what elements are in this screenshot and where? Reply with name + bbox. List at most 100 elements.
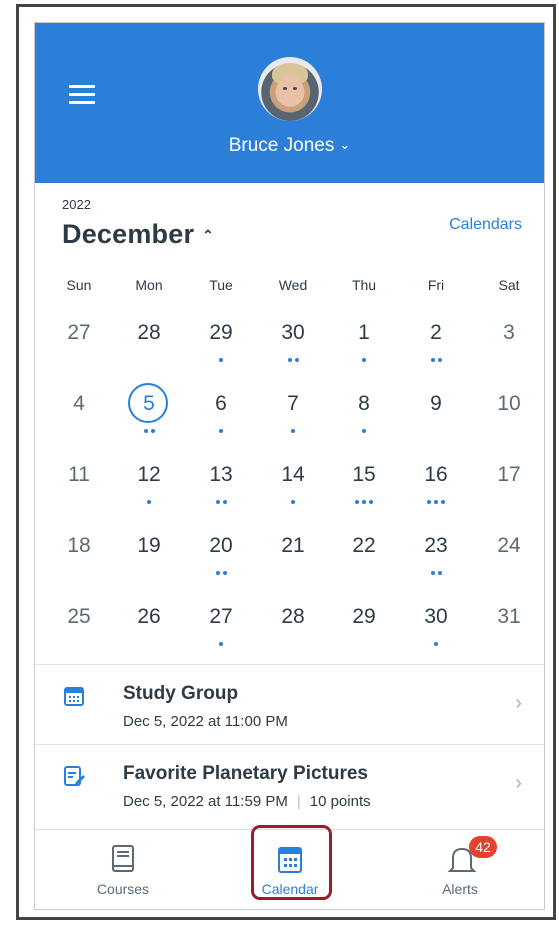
event-dots [191,633,251,646]
event-dot [215,500,220,504]
event-dots [479,420,539,426]
user-switcher[interactable]: Bruce Jones ⌄ [35,135,544,157]
day-number: 31 [497,605,521,628]
event-dot [219,358,223,362]
calendar-day[interactable]: 6 [191,386,251,446]
day-number: 8 [358,392,370,415]
calendar-day[interactable]: 21 [263,528,323,588]
calendar-day[interactable]: 2 [406,315,466,375]
event-dot [362,500,366,504]
chevron-up-icon: ⌃ [202,227,215,244]
calendar-day[interactable]: 18 [49,528,109,588]
calendars-link[interactable]: Calendars [449,216,522,234]
calendar-day[interactable]: 16 [406,457,466,517]
calendar-day[interactable]: 4 [49,386,109,446]
calendar-day[interactable]: 1 [334,315,394,375]
day-number: 20 [209,534,233,557]
day-number: 1 [358,321,370,344]
event-dots [49,491,109,497]
calendar-tab-highlight [251,825,332,900]
tab-courses[interactable]: Courses [48,830,198,909]
month-picker[interactable]: December ⌃ [62,219,214,250]
tab-alerts[interactable]: 42 Alerts [385,830,535,909]
weekday-label: Fri [427,277,445,293]
calendar-day[interactable]: 27 [49,315,109,375]
day-number: 18 [67,534,91,557]
event-item-favorite-planetary-pictures[interactable]: Favorite Planetary Pictures Dec 5, 2022 … [35,745,544,823]
event-dots [263,633,323,639]
calendar-day[interactable]: 29 [334,599,394,659]
calendar-day[interactable]: 23 [406,528,466,588]
weekday-label: Thu [351,277,377,293]
calendar-day[interactable]: 26 [119,599,179,659]
calendar-day-selected[interactable]: 5 [119,383,179,446]
event-dots [334,491,394,504]
event-dots [406,420,466,426]
day-number: 28 [137,321,161,344]
event-dots [119,420,179,433]
event-item-study-group[interactable]: Study Group Dec 5, 2022 at 11:00 PM › [35,665,544,743]
calendar-day[interactable]: 15 [334,457,394,517]
calendar-day[interactable]: 12 [119,457,179,517]
avatar[interactable] [258,57,322,121]
calendar-day[interactable]: 27 [191,599,251,659]
calendar-day[interactable]: 9 [406,386,466,446]
calendar-day[interactable]: 11 [49,457,109,517]
courses-book-icon [112,845,134,872]
calendar-day[interactable]: 14 [263,457,323,517]
calendar-day[interactable]: 31 [479,599,539,659]
calendar-day[interactable]: 20 [191,528,251,588]
day-number: 23 [424,534,448,557]
tab-label: Alerts [442,881,478,897]
event-dot [434,500,438,504]
calendar-day[interactable]: 25 [49,599,109,659]
event-dot [219,642,223,646]
event-date: Dec 5, 2022 at 11:00 PM [123,713,288,730]
event-title: Favorite Planetary Pictures [123,763,368,784]
event-dot [369,500,373,504]
event-dots [334,562,394,568]
calendar-day[interactable]: 19 [119,528,179,588]
event-points: 10 points [309,793,371,810]
calendar-day[interactable]: 8 [334,386,394,446]
day-number: 2 [430,321,442,344]
event-dot [291,500,295,504]
event-dots [479,562,539,568]
event-dots [263,562,323,568]
hamburger-menu-icon[interactable] [69,85,95,105]
calendar-day[interactable]: 30 [263,315,323,375]
event-dot [441,500,445,504]
event-dot [215,571,220,575]
day-number: 27 [209,605,233,628]
event-dot [294,358,299,362]
calendar-event-icon [64,687,84,706]
calendar-day[interactable]: 3 [479,315,539,375]
day-number: 14 [281,463,305,486]
event-dot [362,358,366,362]
event-dots [479,491,539,497]
calendar-day[interactable]: 24 [479,528,539,588]
day-number: 30 [281,321,305,344]
calendar-day[interactable]: 17 [479,457,539,517]
calendar-day[interactable]: 13 [191,457,251,517]
event-dot [143,429,148,433]
calendar-day[interactable]: 29 [191,315,251,375]
event-dots [119,633,179,639]
day-number: 6 [215,392,227,415]
event-dots [119,491,179,504]
calendar-day[interactable]: 28 [263,599,323,659]
event-meta: Dec 5, 2022 at 11:59 PM | 10 points [123,793,371,810]
event-dot [430,358,435,362]
event-dots [191,349,251,362]
calendar-day[interactable]: 22 [334,528,394,588]
calendar-day[interactable]: 10 [479,386,539,446]
alerts-count-badge: 42 [469,836,497,858]
calendar-day[interactable]: 28 [119,315,179,375]
day-number: 17 [497,463,521,486]
day-number: 7 [287,392,299,415]
day-number: 4 [73,392,85,415]
event-dots [119,562,179,568]
day-number: 26 [137,605,161,628]
calendar-day[interactable]: 7 [263,386,323,446]
calendar-day[interactable]: 30 [406,599,466,659]
